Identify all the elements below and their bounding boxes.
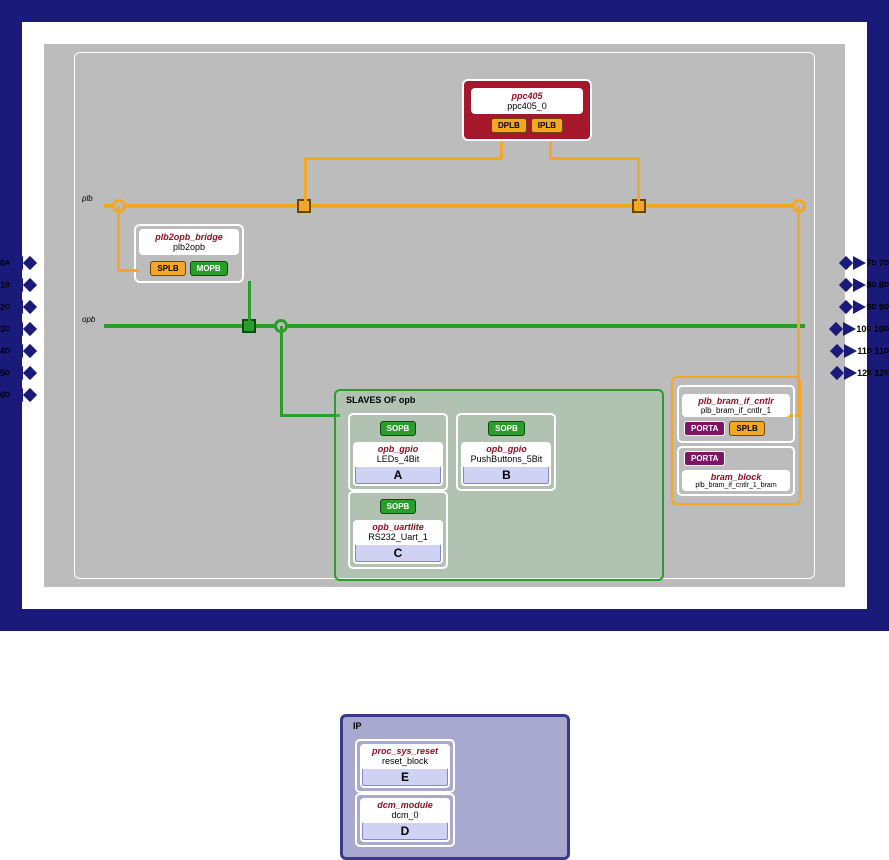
slave-a-inst: LEDs_4Bit [355,454,441,464]
cntlr-bot-inst: plb_bram_if_cntlr_1_bram [684,482,788,489]
splb-port[interactable]: SPLB [150,261,185,276]
splb-v [117,206,120,269]
ip-d-inst: dcm_0 [362,810,448,820]
ip-label: IP [353,721,362,731]
splb-h [117,269,139,272]
bridge-inst: plb2opb [142,242,236,252]
ppc405-type: ppc405 [477,91,577,101]
ip-e[interactable]: proc_sys_reset reset_block E [355,739,455,793]
cntlr-bot[interactable]: PORTA bram_block plb_bram_if_cntlr_1_bra… [677,446,795,496]
slave-a-type: opb_gpio [355,444,441,454]
edge-left-1: 1B [0,278,37,292]
slave-b[interactable]: SOPB opb_gpio PushButtons_5Bit B [456,413,556,491]
slave-b-inst: PushButtons_5Bit [463,454,549,464]
cntlr-top-inst: plb_bram_if_cntlr_1 [684,406,788,415]
edge-right-8: 8D 8D [839,278,889,292]
ip-d[interactable]: dcm_module dcm_0 D [355,793,455,847]
iplb-h [549,157,639,160]
sopb-port-b[interactable]: SOPB [488,421,525,436]
ppc405-header: ppc405 ppc405_0 [471,88,583,114]
plb2opb-bridge[interactable]: plb2opb_bridge plb2opb SPLB MOPB [134,224,244,283]
dplb-v [304,157,307,206]
edge-right-12: 12E 12E [830,366,889,380]
plb-bus-label: plb [82,194,93,203]
opb-bus-label: opb [82,315,95,324]
ppc405-inst: ppc405_0 [477,101,577,111]
cntlr-top-type: plb_bram_if_cntlr [684,396,788,406]
slave-b-type: opb_gpio [463,444,549,454]
opb-drop [280,326,283,416]
edge-right-9: 9D 9D [839,300,889,314]
mopb-port[interactable]: MOPB [190,261,228,276]
porta-top[interactable]: PORTA [684,421,725,436]
porta-bot[interactable]: PORTA [684,451,725,466]
ip-e-type: proc_sys_reset [362,746,448,756]
iplb-v [637,157,640,206]
slave-c-cap: C [355,544,441,562]
mopb-v [248,281,251,324]
edge-right-7: 7D 7D [839,256,889,270]
diagram-frame: plb opb ppc405 ppc405_0 DPLB IPLB plb2op… [0,0,889,631]
edge-right-11: 11D 11D [830,344,889,358]
edge-left-4: 4D [0,344,37,358]
edge-right-10: 10D 10D [829,322,889,336]
cntlr-top[interactable]: plb_bram_if_cntlr plb_bram_if_cntlr_1 PO… [677,385,795,443]
slaves-group: SLAVES OF opb SOPB opb_gpio LEDs_4Bit A … [334,389,664,581]
ppc405-block[interactable]: ppc405 ppc405_0 DPLB IPLB [462,79,592,141]
bridge-type: plb2opb_bridge [142,232,236,242]
edge-left-0: 0A [0,256,37,270]
ip-d-type: dcm_module [362,800,448,810]
ip-group: IP proc_sys_reset reset_block E dcm_modu… [340,714,570,860]
opb-drop-h [280,414,340,417]
sopb-port-a[interactable]: SOPB [380,421,417,436]
bridge-header: plb2opb_bridge plb2opb [139,229,239,255]
slave-a-cap: A [355,466,441,484]
cntlr-group: plb_bram_if_cntlr plb_bram_if_cntlr_1 PO… [671,376,801,505]
edge-left-2: 2C [0,300,37,314]
splb-cntlr[interactable]: SPLB [729,421,764,436]
slave-a[interactable]: SOPB opb_gpio LEDs_4Bit A [348,413,448,491]
slaves-label: SLAVES OF opb [346,395,415,405]
slave-b-cap: B [463,466,549,484]
opb-bus [104,324,805,328]
dplb-h [304,157,502,160]
edge-left-6: 6D [0,388,37,402]
ip-e-inst: reset_block [362,756,448,766]
canvas: plb opb ppc405 ppc405_0 DPLB IPLB plb2op… [44,44,845,587]
plb-bus [104,204,805,208]
sopb-port-c[interactable]: SOPB [380,499,417,514]
cntlr-bot-type: bram_block [684,472,788,482]
dplb-port[interactable]: DPLB [491,118,527,133]
ip-d-cap: D [362,822,448,840]
iplb-port[interactable]: IPLB [531,118,563,133]
slave-c-inst: RS232_Uart_1 [355,532,441,542]
ip-e-cap: E [362,768,448,786]
edge-left-5: 5D [0,366,37,380]
edge-left-3: 3C [0,322,37,336]
slave-c[interactable]: SOPB opb_uartlite RS232_Uart_1 C [348,491,448,569]
slave-c-type: opb_uartlite [355,522,441,532]
